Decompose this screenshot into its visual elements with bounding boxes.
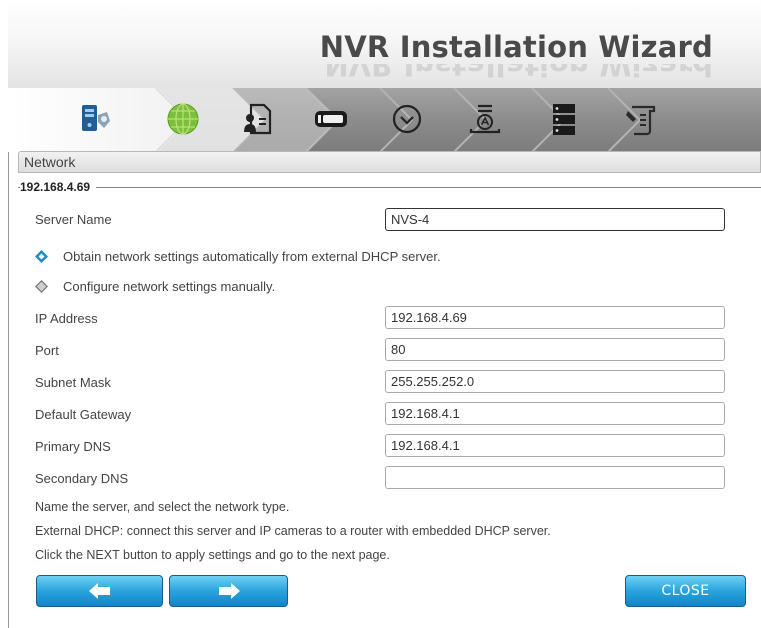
fieldset-border [18, 187, 761, 188]
wizard-title-reflection: NVR Installation Wizard [324, 64, 713, 82]
driver-install-icon[interactable] [467, 101, 503, 137]
port-label: Port [35, 343, 59, 358]
subnet-mask-input[interactable] [385, 370, 725, 393]
server-shield-icon[interactable] [78, 101, 114, 137]
dhcp-radio-label: Obtain network settings automatically fr… [63, 249, 441, 264]
radio-unselected-icon[interactable] [35, 280, 48, 293]
arrow-left-icon [88, 583, 110, 599]
globe-icon[interactable] [165, 101, 201, 137]
server-name-label: Server Name [35, 212, 112, 227]
wizard-title: NVR Installation Wizard [319, 30, 713, 64]
back-button[interactable] [36, 575, 163, 607]
secondary-dns-input[interactable] [385, 466, 725, 489]
wizard-page: NVR Installation Wizard NVR Installation… [0, 0, 761, 628]
server-name-input[interactable] [385, 208, 725, 231]
manual-radio-label: Configure network settings manually. [63, 279, 276, 294]
help-note-2: External DHCP: connect this server and I… [35, 524, 551, 538]
help-note-3: Click the NEXT button to apply settings … [35, 548, 390, 562]
server-rack-icon[interactable] [546, 101, 582, 137]
help-note-1: Name the server, and select the network … [35, 500, 290, 514]
secondary-dns-label: Secondary DNS [35, 471, 129, 486]
storage-drive-icon[interactable] [313, 101, 349, 137]
wizard-header: NVR Installation Wizard NVR Installation… [8, 0, 761, 88]
port-input[interactable] [385, 338, 725, 361]
next-button[interactable] [169, 575, 288, 607]
primary-dns-label: Primary DNS [35, 439, 111, 454]
arrow-right-icon [218, 583, 240, 599]
ip-address-label: IP Address [35, 311, 98, 326]
wrench-document-icon[interactable] [624, 101, 660, 137]
subnet-mask-label: Subnet Mask [35, 375, 111, 390]
section-header-network: Network [18, 151, 761, 173]
wizard-step-bar [8, 88, 761, 152]
primary-dns-input[interactable] [385, 434, 725, 457]
clock-icon[interactable] [389, 101, 425, 137]
user-document-icon[interactable] [240, 101, 276, 137]
radio-selected-icon[interactable] [35, 250, 48, 263]
fieldset-legend: 192.168.4.69 [20, 180, 97, 194]
default-gateway-label: Default Gateway [35, 407, 132, 422]
ip-address-input[interactable] [385, 306, 725, 329]
close-button[interactable]: CLOSE [625, 575, 746, 607]
default-gateway-input[interactable] [385, 402, 725, 425]
